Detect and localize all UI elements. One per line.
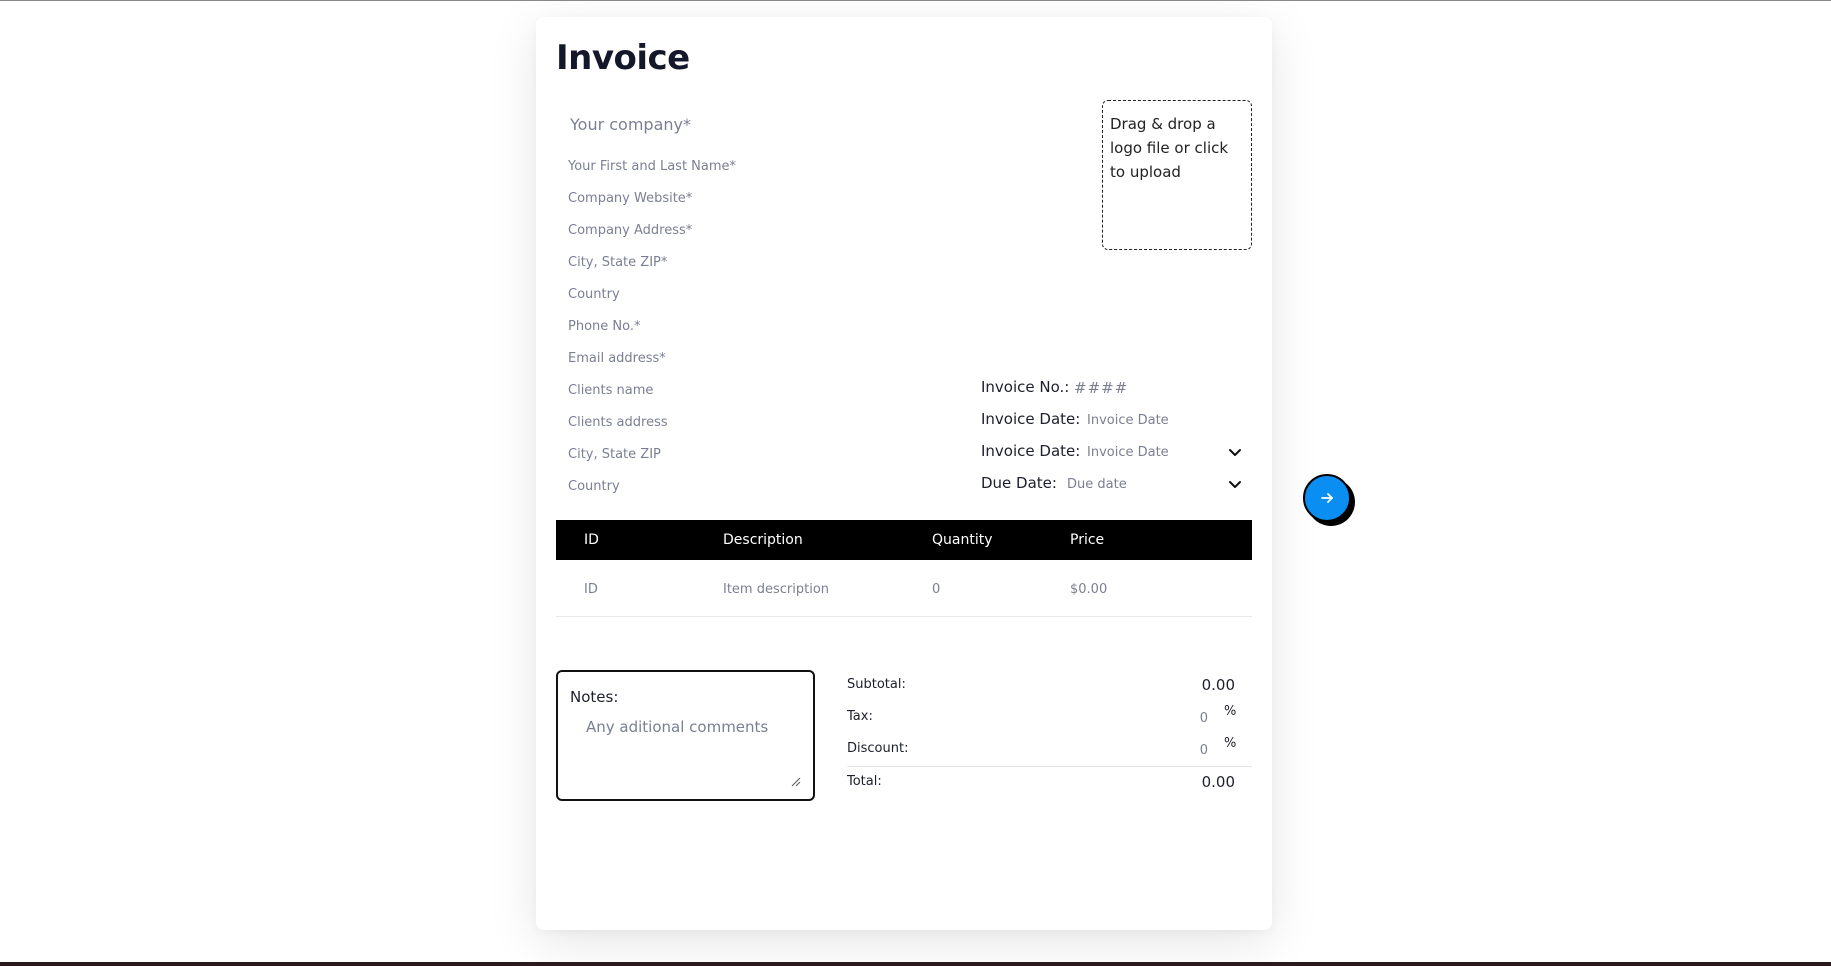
city-state-zip-input[interactable] xyxy=(568,252,868,272)
discount-input[interactable] xyxy=(1160,740,1208,760)
top-divider xyxy=(0,0,1831,1)
total-value: 0.00 xyxy=(1201,773,1235,791)
next-button[interactable] xyxy=(1303,474,1351,522)
discount-label: Discount: xyxy=(847,741,909,756)
invoice-no-label: Invoice No.: xyxy=(981,378,1070,396)
total-label: Total: xyxy=(847,774,882,789)
due-date-select[interactable] xyxy=(1067,474,1227,494)
summary-divider xyxy=(847,766,1252,767)
company-address-input[interactable] xyxy=(568,220,868,240)
subtotal-label: Subtotal: xyxy=(847,677,906,692)
tax-input[interactable] xyxy=(1160,708,1208,728)
arrow-right-icon xyxy=(1321,493,1333,503)
chevron-down-icon[interactable] xyxy=(1227,444,1243,460)
item-description-input[interactable] xyxy=(723,579,873,599)
email-input[interactable] xyxy=(568,348,868,368)
notes-label: Notes: xyxy=(570,688,619,706)
sender-name-input[interactable] xyxy=(568,156,868,176)
subtotal-value: 0.00 xyxy=(1201,676,1235,694)
tax-label: Tax: xyxy=(847,709,873,724)
item-price-input[interactable] xyxy=(1070,579,1190,599)
column-header-description: Description xyxy=(723,532,803,548)
item-quantity-input[interactable] xyxy=(932,579,1052,599)
invoice-date-input[interactable] xyxy=(1087,410,1247,430)
invoice-no-input[interactable] xyxy=(1074,378,1244,398)
page-title: Invoice xyxy=(556,38,690,78)
bottom-edge xyxy=(0,962,1831,966)
discount-percent-sign: % xyxy=(1224,736,1237,751)
country-input[interactable] xyxy=(568,284,868,304)
invoice-date-label: Invoice Date: xyxy=(981,410,1081,428)
items-table-header: ID Description Quantity Price xyxy=(556,520,1252,560)
client-name-input[interactable] xyxy=(568,380,868,400)
client-city-state-zip-input[interactable] xyxy=(568,444,868,464)
company-name-input[interactable] xyxy=(570,112,870,136)
client-country-input[interactable] xyxy=(568,476,868,496)
item-id-input[interactable] xyxy=(584,579,734,599)
company-website-input[interactable] xyxy=(568,188,868,208)
chevron-down-icon[interactable] xyxy=(1227,476,1243,492)
logo-upload-dropzone[interactable]: Drag & drop a logo file or click to uplo… xyxy=(1102,100,1252,250)
phone-input[interactable] xyxy=(568,316,868,336)
notes-textarea[interactable] xyxy=(586,718,804,792)
due-date-label: Due Date: xyxy=(981,474,1057,492)
column-header-quantity: Quantity xyxy=(932,532,993,548)
resize-handle-icon[interactable] xyxy=(791,777,801,787)
notes-box: Notes: xyxy=(556,670,815,801)
invoice-date-select[interactable] xyxy=(1087,442,1227,462)
column-header-price: Price xyxy=(1070,532,1105,548)
client-address-input[interactable] xyxy=(568,412,868,432)
table-row-divider xyxy=(556,616,1252,617)
column-header-id: ID xyxy=(584,532,599,548)
tax-percent-sign: % xyxy=(1224,704,1237,719)
invoice-date-select-label: Invoice Date: xyxy=(981,442,1081,460)
